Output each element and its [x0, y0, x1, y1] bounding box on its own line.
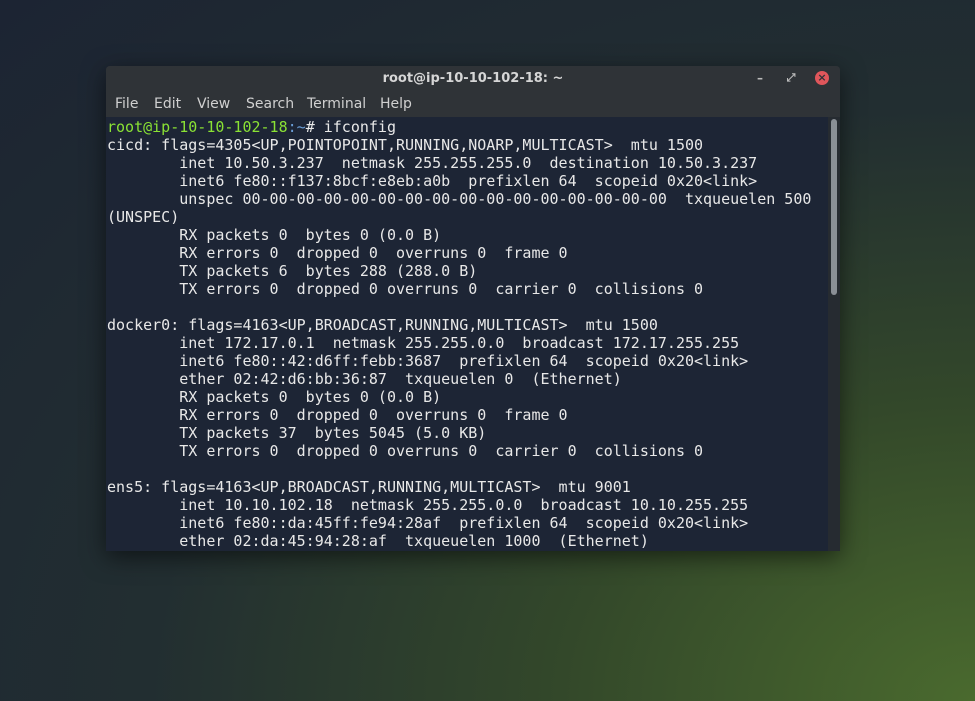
prompt-user: root@ip-10-10-102-18 [107, 118, 288, 136]
output-line: cicd: flags=4305<UP,POINTOPOINT,RUNNING,… [107, 136, 704, 154]
output-line: inet 10.50.3.237 netmask 255.255.255.0 d… [107, 154, 758, 172]
output-line: ether 02:da:45:94:28:af txqueuelen 1000 … [107, 532, 649, 550]
menu-file[interactable]: File [115, 96, 138, 112]
output-line: inet 172.17.0.1 netmask 255.255.0.0 broa… [107, 334, 740, 352]
window-title: root@ip-10-10-102-18: ~ [382, 71, 564, 86]
output-line: ether 02:42:d6:bb:36:87 txqueuelen 0 (Et… [107, 370, 622, 388]
scrollbar-thumb[interactable] [831, 119, 837, 295]
output-line: inet6 fe80::da:45ff:fe94:28af prefixlen … [107, 514, 749, 532]
output-line: (UNSPEC) [107, 208, 180, 226]
output-line: TX packets 6 bytes 288 (288.0 B) [107, 262, 478, 280]
terminal-window: root@ip-10-10-102-18: ~ – ⤢ × File Edit … [106, 66, 840, 551]
prompt-suffix: # [305, 118, 324, 136]
title-bar[interactable]: root@ip-10-10-102-18: ~ – ⤢ × [106, 66, 840, 91]
menu-edit[interactable]: Edit [154, 96, 181, 112]
output-line: docker0: flags=4163<UP,BROADCAST,RUNNING… [107, 316, 658, 334]
command-output: cicd: flags=4305<UP,POINTOPOINT,RUNNING,… [107, 136, 811, 550]
scrollbar[interactable] [828, 117, 840, 551]
output-line: TX packets 37 bytes 5045 (5.0 KB) [107, 424, 487, 442]
output-line: ens5: flags=4163<UP,BROADCAST,RUNNING,MU… [107, 478, 631, 496]
output-line: inet 10.10.102.18 netmask 255.255.0.0 br… [107, 496, 749, 514]
menu-view[interactable]: View [197, 96, 230, 112]
output-line: TX errors 0 dropped 0 overruns 0 carrier… [107, 442, 704, 460]
minimize-icon[interactable]: – [752, 70, 768, 86]
terminal-area[interactable]: root@ip-10-10-102-18:~# ifconfig cicd: f… [106, 117, 828, 551]
menu-search[interactable]: Search [246, 96, 294, 112]
output-line: inet6 fe80::f137:8bcf:e8eb:a0b prefixlen… [107, 172, 758, 190]
output-line: RX packets 0 bytes 0 (0.0 B) [107, 388, 442, 406]
output-line: RX errors 0 dropped 0 overruns 0 frame 0 [107, 244, 568, 262]
command-text: ifconfig [323, 118, 396, 136]
terminal-text: root@ip-10-10-102-18:~# ifconfig cicd: f… [107, 118, 811, 550]
output-line: unspec 00-00-00-00-00-00-00-00-00-00-00-… [107, 190, 812, 208]
menu-bar: File Edit View Search Terminal Help [106, 91, 840, 117]
prompt-path: :~ [287, 118, 306, 136]
output-line: TX errors 0 dropped 0 overruns 0 carrier… [107, 280, 704, 298]
menu-terminal[interactable]: Terminal [307, 96, 366, 112]
close-icon[interactable]: × [815, 71, 829, 85]
menu-help[interactable]: Help [380, 96, 412, 112]
maximize-icon[interactable]: ⤢ [783, 70, 799, 86]
output-line: RX errors 0 dropped 0 overruns 0 frame 0 [107, 406, 568, 424]
output-line: RX packets 0 bytes 0 (0.0 B) [107, 226, 442, 244]
output-line: inet6 fe80::42:d6ff:febb:3687 prefixlen … [107, 352, 749, 370]
